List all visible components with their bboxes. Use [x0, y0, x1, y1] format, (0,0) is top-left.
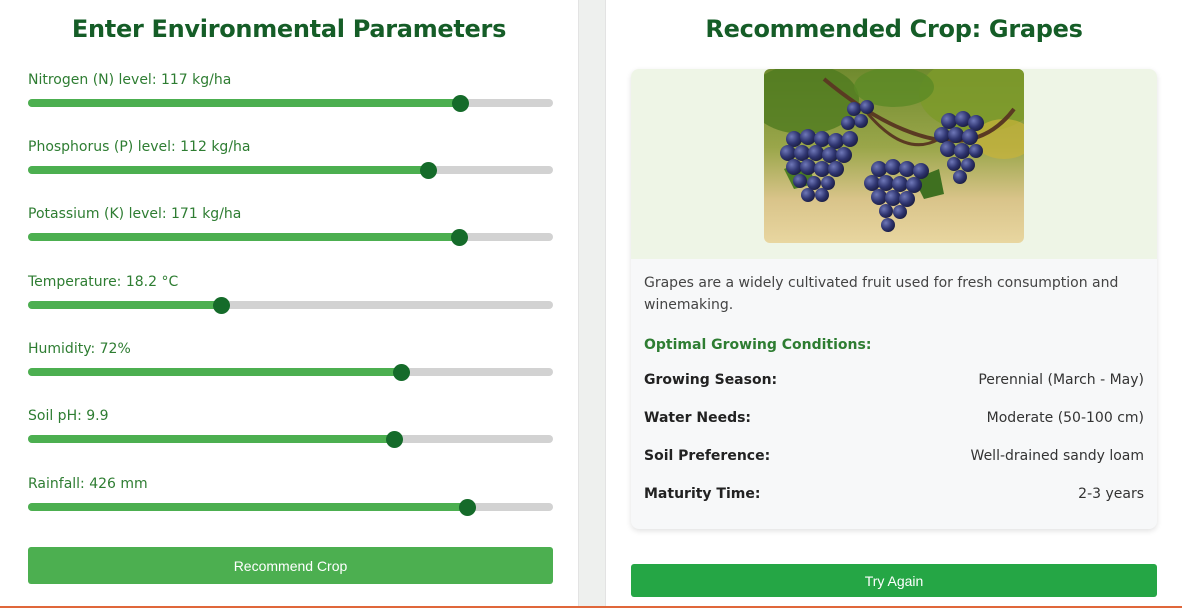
- condition-key: Soil Preference:: [644, 448, 771, 464]
- nitrogen-slider-thumb[interactable]: [451, 95, 469, 112]
- recommend-crop-button[interactable]: Recommend Crop: [28, 547, 553, 584]
- recommendation-panel: Recommended Crop: Grapes Grapes are a wi…: [605, 0, 1182, 606]
- parameters-title: Enter Environmental Parameters: [71, 15, 507, 43]
- humidity-label: Humidity: 72%: [28, 341, 131, 357]
- nitrogen-param: Nitrogen (N) level: 117 kg/ha: [28, 72, 553, 112]
- soil-ph-param: Soil pH: 9.9: [28, 408, 553, 448]
- rainfall-param: Rainfall: 426 mm: [28, 476, 553, 516]
- phosphorus-slider[interactable]: [28, 162, 553, 179]
- potassium-param: Potassium (K) level: 171 kg/ha: [28, 206, 553, 246]
- potassium-label: Potassium (K) level: 171 kg/ha: [28, 206, 242, 222]
- phosphorus-slider-fill: [28, 166, 429, 174]
- temperature-label: Temperature: 18.2 °C: [28, 274, 179, 290]
- condition-water-needs: Water Needs: Moderate (50-100 cm): [644, 410, 1144, 426]
- crop-description: Grapes are a widely cultivated fruit use…: [644, 275, 1119, 313]
- rainfall-slider-thumb[interactable]: [459, 499, 477, 516]
- condition-value: Moderate (50-100 cm): [986, 410, 1144, 426]
- potassium-slider-fill: [28, 233, 460, 241]
- condition-value: 2-3 years: [1078, 486, 1144, 502]
- condition-key: Water Needs:: [644, 410, 752, 426]
- rainfall-label: Rainfall: 426 mm: [28, 476, 148, 492]
- condition-soil-preference: Soil Preference: Well-drained sandy loam: [644, 448, 1144, 464]
- nitrogen-slider[interactable]: [28, 95, 553, 112]
- humidity-slider-fill: [28, 368, 402, 376]
- phosphorus-param: Phosphorus (P) level: 112 kg/ha: [28, 139, 553, 179]
- humidity-param: Humidity: 72%: [28, 341, 553, 381]
- soil-ph-slider-thumb[interactable]: [386, 431, 404, 448]
- potassium-slider[interactable]: [28, 229, 553, 246]
- rainfall-slider-fill: [28, 503, 468, 511]
- soil-ph-slider-fill: [28, 435, 395, 443]
- recommendation-title: Recommended Crop: Grapes: [705, 15, 1083, 43]
- grapes-image: [764, 69, 1024, 243]
- crop-card: Grapes are a widely cultivated fruit use…: [631, 69, 1157, 529]
- condition-growing-season: Growing Season: Perennial (March - May): [644, 372, 1144, 388]
- phosphorus-slider-thumb[interactable]: [420, 162, 438, 179]
- condition-maturity-time: Maturity Time: 2-3 years: [644, 486, 1144, 502]
- temperature-slider-thumb[interactable]: [213, 297, 231, 314]
- rainfall-slider[interactable]: [28, 499, 553, 516]
- soil-ph-slider[interactable]: [28, 431, 553, 448]
- crop-image-area: [631, 69, 1157, 259]
- temperature-slider-fill: [28, 301, 222, 309]
- soil-ph-label: Soil pH: 9.9: [28, 408, 109, 424]
- temperature-slider[interactable]: [28, 297, 553, 314]
- condition-value: Perennial (March - May): [978, 372, 1144, 388]
- temperature-param: Temperature: 18.2 °C: [28, 274, 553, 314]
- condition-key: Maturity Time:: [644, 486, 761, 502]
- condition-key: Growing Season:: [644, 372, 778, 388]
- phosphorus-label: Phosphorus (P) level: 112 kg/ha: [28, 139, 251, 155]
- nitrogen-label: Nitrogen (N) level: 117 kg/ha: [28, 72, 232, 88]
- parameters-panel: Enter Environmental Parameters Nitrogen …: [0, 0, 579, 606]
- try-again-button[interactable]: Try Again: [631, 564, 1157, 597]
- condition-value: Well-drained sandy loam: [970, 448, 1144, 464]
- nitrogen-slider-fill: [28, 99, 460, 107]
- potassium-slider-thumb[interactable]: [451, 229, 469, 246]
- humidity-slider-thumb[interactable]: [393, 364, 411, 381]
- humidity-slider[interactable]: [28, 364, 553, 381]
- conditions-heading: Optimal Growing Conditions:: [644, 337, 872, 353]
